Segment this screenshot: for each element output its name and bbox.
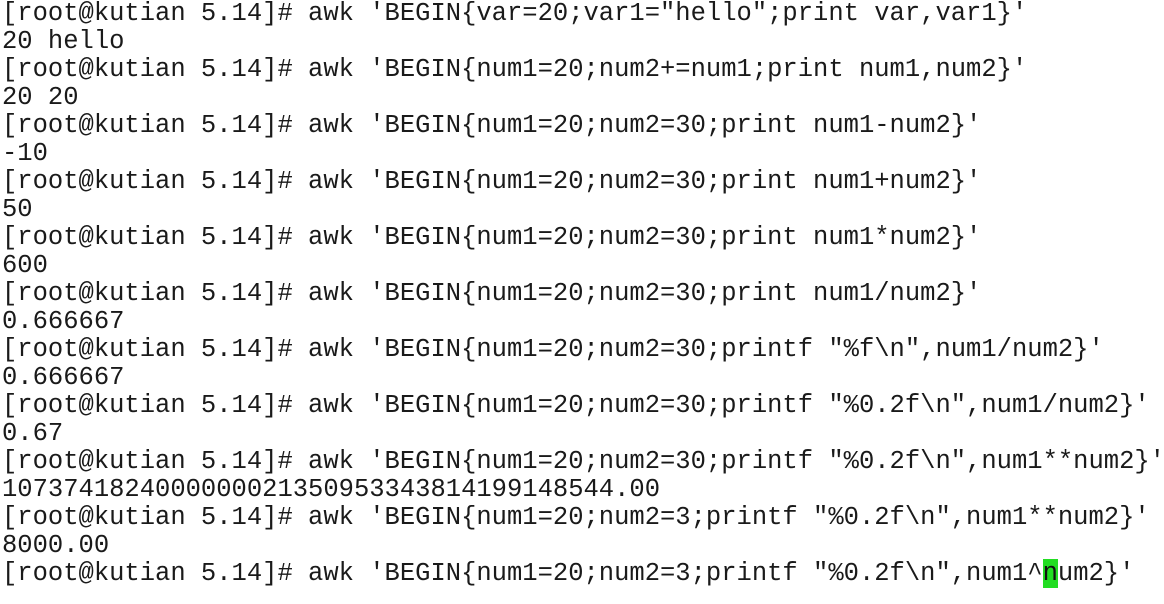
current-command-line[interactable]: [root@kutian 5.14]# awk 'BEGIN{num1=20;n… <box>2 559 1164 588</box>
command-line: [root@kutian 5.14]# awk 'BEGIN{num1=20;n… <box>2 503 1150 532</box>
terminal-output[interactable]: [root@kutian 5.14]# awk 'BEGIN{var=20;va… <box>2 0 1164 588</box>
command-line: [root@kutian 5.14]# awk 'BEGIN{num1=20;n… <box>2 55 1028 84</box>
output-line: -10 <box>2 139 48 168</box>
command-line: [root@kutian 5.14]# awk 'BEGIN{num1=20;n… <box>2 279 982 308</box>
command-line: [root@kutian 5.14]# awk 'BEGIN{num1=20;n… <box>2 223 982 252</box>
output-line: 0.666667 <box>2 363 125 392</box>
command-line: [root@kutian 5.14]# awk 'BEGIN{num1=20;n… <box>2 391 1150 420</box>
text-cursor: n <box>1042 559 1058 588</box>
output-line: 50 <box>2 195 33 224</box>
output-line: 0.67 <box>2 419 64 448</box>
command-line: [root@kutian 5.14]# awk 'BEGIN{num1=20;n… <box>2 447 1164 476</box>
output-line: 20 20 <box>2 83 79 112</box>
output-line: 8000.00 <box>2 531 110 560</box>
command-text: [root@kutian 5.14]# awk 'BEGIN{num1=20;n… <box>2 559 1043 588</box>
command-text: um2}' <box>1057 559 1135 588</box>
command-line: [root@kutian 5.14]# awk 'BEGIN{num1=20;n… <box>2 111 982 140</box>
command-line: [root@kutian 5.14]# awk 'BEGIN{num1=20;n… <box>2 167 982 196</box>
output-line: 600 <box>2 251 48 280</box>
output-line: 1073741824000000021350953343814199148544… <box>2 475 661 504</box>
output-line: 0.666667 <box>2 307 125 336</box>
command-line: [root@kutian 5.14]# awk 'BEGIN{var=20;va… <box>2 0 1028 28</box>
command-line: [root@kutian 5.14]# awk 'BEGIN{num1=20;n… <box>2 335 1104 364</box>
output-line: 20 hello <box>2 27 125 56</box>
